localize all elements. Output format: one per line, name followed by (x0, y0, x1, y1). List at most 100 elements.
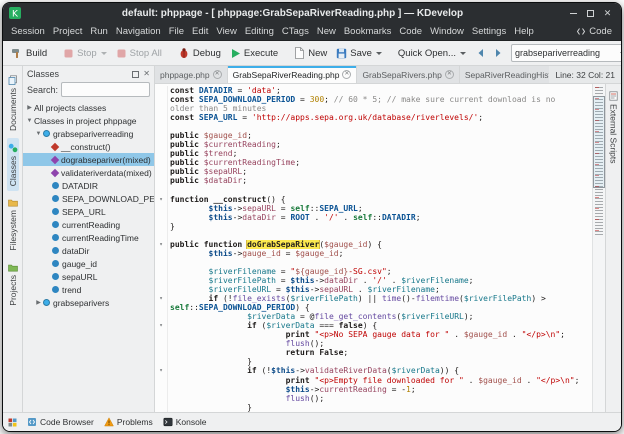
tree-collapsed-arrow-icon[interactable]: ▶ (25, 104, 34, 111)
code-line[interactable]: return False; (155, 348, 592, 357)
code-line[interactable]: $this->currentReading = -1; (155, 385, 592, 394)
stop-all-button[interactable]: Stop All (112, 46, 166, 61)
tree-item-sepa-download-period[interactable]: SEPA_DOWNLOAD_PERIOD (23, 192, 154, 205)
code-line[interactable]: public $sepaURL; (155, 167, 592, 176)
code-line[interactable]: const DATADIR = 'data'; (155, 86, 592, 95)
code-line[interactable]: const SEPA_DOWNLOAD_PERIOD = 300; // 60 … (155, 95, 592, 104)
code-line[interactable]: ▾function __construct() { (155, 195, 592, 204)
editor-tab-grabseparivers.php[interactable]: GrabSepaRivers.php✕ (357, 66, 459, 83)
menu-code[interactable]: Code (395, 26, 426, 37)
menu-file[interactable]: File (165, 26, 188, 37)
fold-marker-icon[interactable]: ▾ (155, 294, 168, 303)
save-button[interactable]: Save (332, 46, 386, 61)
menu-window[interactable]: Window (426, 26, 468, 37)
quick-open-button[interactable]: Quick Open... (394, 46, 470, 61)
search-combo[interactable] (511, 44, 622, 62)
search-input[interactable] (515, 48, 619, 58)
code-line[interactable] (155, 231, 592, 240)
forward-button[interactable] (490, 46, 507, 60)
tab-close-icon[interactable]: ✕ (213, 70, 222, 79)
menu-editing[interactable]: Editing (241, 26, 278, 37)
code-line[interactable]: $this->sepaURL = self::SEPA_URL; (155, 204, 592, 213)
code-line[interactable]: } (155, 403, 592, 412)
panel-close-button[interactable]: ✕ (143, 70, 150, 78)
code-line[interactable]: flush(); (155, 394, 592, 403)
code-line[interactable]: $this->gauge_id = $gauge_id; (155, 249, 592, 258)
code-line[interactable]: print "<p>No SEPA gauge data for " . $ga… (155, 330, 592, 339)
tree-item-classes-in-project-phppage[interactable]: ▼Classes in project phppage (23, 114, 154, 127)
build-button[interactable]: Build (7, 45, 51, 61)
code-line[interactable]: $riverFilePath = $this->dataDir . '/' . … (155, 276, 592, 285)
code-line[interactable] (155, 258, 592, 267)
left-dock-tab-classes[interactable]: Classes (7, 138, 19, 191)
stop-button[interactable]: Stop (59, 46, 111, 61)
code-toggle-button[interactable]: Code (571, 26, 617, 37)
fold-marker-icon[interactable]: ▾ (155, 366, 168, 375)
left-dock-tab-projects[interactable]: Projects (7, 258, 19, 311)
menu-bookmarks[interactable]: Bookmarks (340, 26, 396, 37)
tree-item-currentreadingtime[interactable]: currentReadingTime (23, 231, 154, 244)
execute-button[interactable]: Execute (226, 46, 282, 61)
code-line[interactable]: public $dataDir; (155, 176, 592, 185)
bottom-button-konsole[interactable]: Konsole (163, 417, 207, 427)
tree-expanded-arrow-icon[interactable]: ▼ (25, 118, 34, 124)
code-lines[interactable]: const DATADIR = 'data';const SEPA_DOWNLO… (155, 84, 592, 412)
code-line[interactable]: const SEPA_URL = 'http://apps.sepa.org.u… (155, 113, 592, 122)
menu-project[interactable]: Project (49, 26, 87, 37)
tree-item-dograbsepariver-mixed[interactable]: dograbsepariver(mixed) (23, 153, 154, 166)
editor-tab-phppage.php[interactable]: phppage.php✕ (155, 66, 228, 83)
panel-grid-icon[interactable] (8, 418, 17, 427)
classes-search-input[interactable] (61, 82, 150, 97)
fold-marker-icon[interactable]: ▾ (155, 321, 168, 330)
code-line[interactable]: public $currentReadingTime; (155, 158, 592, 167)
left-dock-tab-filesystem[interactable]: Filesystem (7, 193, 19, 256)
minimize-button[interactable] (566, 6, 581, 20)
maximize-button[interactable] (583, 6, 598, 20)
tree-item-gauge-id[interactable]: gauge_id (23, 257, 154, 270)
tree-item-all-projects-classes[interactable]: ▶All projects classes (23, 101, 154, 114)
code-line[interactable]: ▾ if (!file_exists($riverFilePath) || ti… (155, 294, 592, 303)
code-line[interactable]: $this->dataDir = ROOT . '/' . self::DATA… (155, 213, 592, 222)
titlebar[interactable]: K default: phppage - [ phppage:GrabSepaR… (3, 3, 621, 23)
tab-close-icon[interactable]: ✕ (445, 70, 454, 79)
tree-item-currentreading[interactable]: currentReading (23, 218, 154, 231)
tree-item-trend[interactable]: trend (23, 283, 154, 296)
code-line[interactable]: self::SEPA_DOWNLOAD_PERIOD) { (155, 303, 592, 312)
code-line[interactable]: ▾public function doGrabSepaRiver($gauge_… (155, 240, 592, 249)
code-line[interactable]: public $gauge_id; (155, 131, 592, 140)
quick-open-dropdown-icon[interactable] (460, 52, 466, 55)
code-line[interactable]: } (155, 357, 592, 366)
code-line[interactable]: flush(); (155, 339, 592, 348)
code-line[interactable]: } (155, 222, 592, 231)
stop-dropdown-icon[interactable] (101, 52, 107, 55)
tree-item-grabsepariverreading[interactable]: ▼grabsepariverreading (23, 127, 154, 140)
code-line[interactable] (155, 122, 592, 131)
code-line[interactable]: print "<p>Empty file downloaded for " . … (155, 376, 592, 385)
search-dropdown-icon[interactable] (620, 52, 622, 55)
menu-view[interactable]: View (212, 26, 240, 37)
menu-ctags[interactable]: CTags (278, 26, 313, 37)
tab-close-icon[interactable]: ✕ (342, 70, 351, 79)
code-line[interactable]: older than 5 minutes (155, 104, 592, 113)
menu-new[interactable]: New (313, 26, 340, 37)
fold-marker-icon[interactable]: ▾ (155, 240, 168, 249)
menu-run[interactable]: Run (86, 26, 111, 37)
tree-item-validateriverdata-mixed[interactable]: validateriverdata(mixed) (23, 166, 154, 179)
menu-settings[interactable]: Settings (468, 26, 510, 37)
tree-collapsed-arrow-icon[interactable]: ▶ (34, 299, 43, 306)
tree-item-sepa-url[interactable]: SEPA_URL (23, 205, 154, 218)
menu-session[interactable]: Session (7, 26, 49, 37)
debug-button[interactable]: Debug (174, 45, 225, 61)
tree-item-grabseparivers[interactable]: ▶grabseparivers (23, 296, 154, 309)
editor-tab-grabsepariverreading.php[interactable]: GrabSepaRiverReading.php✕ (228, 66, 358, 83)
new-button[interactable]: New (290, 45, 331, 61)
right-dock-tab-external-scripts[interactable]: External Scripts (609, 88, 619, 167)
editor-tab-separiverreadinghistory.php[interactable]: SepaRiverReadingHistory.php✕ (460, 66, 550, 83)
minimap-viewport[interactable] (593, 96, 605, 188)
back-button[interactable] (472, 46, 489, 60)
code-line[interactable]: $riverFileURL = $this->sepaURL . $riverF… (155, 285, 592, 294)
code-line[interactable]: ▾ if (!$this->validateRiverData($riverDa… (155, 366, 592, 375)
bottom-button-problems[interactable]: Problems (104, 417, 153, 427)
minimap-scrollbar[interactable] (592, 84, 605, 412)
menu-navigation[interactable]: Navigation (112, 26, 165, 37)
